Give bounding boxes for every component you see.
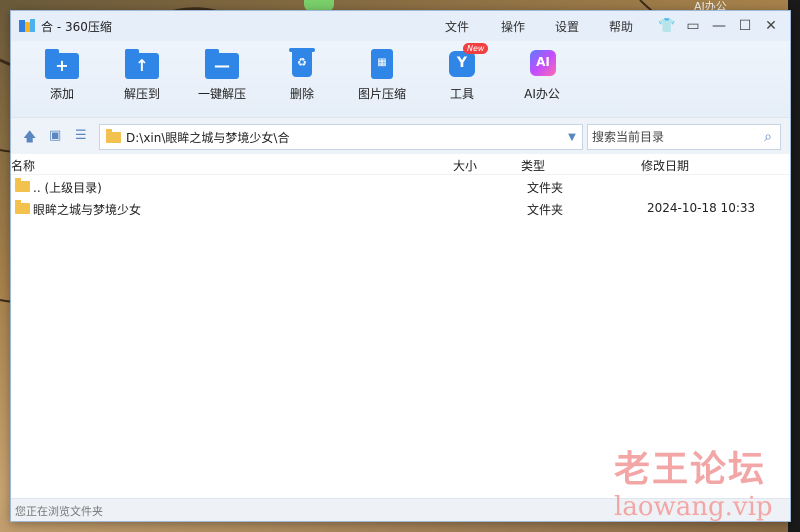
row-name: .. (上级目录) bbox=[33, 181, 102, 195]
address-path: D:\xin\眼眸之城与梦境少女\合 bbox=[126, 130, 290, 145]
maximize-button[interactable]: ☐ bbox=[732, 11, 758, 41]
up-arrow-icon[interactable]: 🡅 bbox=[23, 128, 36, 150]
add-label: 添加 bbox=[49, 87, 74, 101]
one-click-extract-icon: — bbox=[205, 49, 239, 79]
search-input[interactable] bbox=[590, 129, 756, 145]
minimize-button[interactable]: — bbox=[706, 11, 732, 41]
menu-settings[interactable]: 设置 bbox=[555, 18, 609, 35]
close-button[interactable]: ✕ bbox=[758, 11, 784, 41]
watermark-url: laowang.vip bbox=[614, 492, 773, 522]
window-title: 合 - 360压缩 bbox=[41, 19, 112, 34]
toolbar: + 添加 ↑ 解压到 — 一键解压 ♻ 删除 ▦ 图片压缩 Y New 工具 A… bbox=[11, 41, 790, 117]
add-button[interactable]: + 添加 bbox=[27, 49, 97, 102]
column-type[interactable]: 类型 bbox=[521, 157, 545, 174]
image-compress-button[interactable]: ▦ 图片压缩 bbox=[347, 49, 417, 102]
delete-label: 删除 bbox=[289, 87, 314, 101]
app-logo-icon bbox=[19, 18, 35, 34]
row-type: 文件夹 bbox=[527, 203, 564, 217]
column-modified[interactable]: 修改日期 bbox=[641, 157, 689, 174]
list-header: 名称 大小 类型 修改日期 bbox=[11, 154, 790, 175]
delete-button[interactable]: ♻ 删除 bbox=[267, 48, 337, 102]
menu-bar: 文件 操作 设置 帮助 bbox=[445, 11, 649, 41]
ai-office-button[interactable]: AI AI办公 bbox=[507, 49, 577, 102]
address-field[interactable]: D:\xin\眼眸之城与梦境少女\合 ▼ bbox=[99, 124, 583, 150]
row-type: 文件夹 bbox=[527, 181, 564, 195]
column-name[interactable]: 名称 bbox=[11, 157, 35, 174]
file-list: .. (上级目录) 文件夹 眼眸之城与梦境少女 文件夹 2024-10-18 1… bbox=[11, 175, 790, 219]
title-bar[interactable]: 合 - 360压缩 文件 操作 设置 帮助 👕 ▭ — ☐ ✕ bbox=[11, 11, 790, 41]
trash-icon: ♻ bbox=[289, 48, 315, 77]
menu-operate[interactable]: 操作 bbox=[501, 18, 555, 35]
tools-button[interactable]: Y New 工具 bbox=[427, 43, 497, 102]
extract-to-button[interactable]: ↑ 解压到 bbox=[107, 49, 177, 102]
folder-icon bbox=[106, 128, 121, 143]
tools-label: 工具 bbox=[449, 87, 474, 101]
add-folder-icon: + bbox=[45, 49, 79, 79]
one-click-extract-label: 一键解压 bbox=[197, 87, 246, 101]
image-compress-icon: ▦ bbox=[371, 49, 393, 79]
table-row[interactable]: 眼眸之城与梦境少女 文件夹 2024-10-18 10:33 bbox=[11, 197, 790, 219]
row-modified: 2024-10-18 10:33 bbox=[647, 201, 756, 215]
status-text: 您正在浏览文件夹 bbox=[15, 505, 103, 518]
new-badge: New bbox=[463, 43, 489, 54]
one-click-extract-button[interactable]: — 一键解压 bbox=[187, 49, 257, 102]
folder-icon bbox=[15, 178, 30, 192]
table-row[interactable]: .. (上级目录) 文件夹 bbox=[11, 175, 790, 197]
watermark-title: 老王论坛 bbox=[614, 448, 767, 490]
menu-file[interactable]: 文件 bbox=[445, 18, 501, 35]
watermark: 老王论坛 laowang.vip bbox=[614, 440, 773, 522]
folder-icon bbox=[15, 200, 30, 214]
address-bar: 🡅 ▣ ☰ D:\xin\眼眸之城与梦境少女\合 ▼ ⌕ bbox=[11, 117, 790, 154]
image-compress-label: 图片压缩 bbox=[357, 87, 406, 101]
search-box: ⌕ bbox=[587, 124, 781, 150]
skin-icon[interactable]: 👕 bbox=[654, 11, 680, 41]
chevron-down-icon[interactable]: ▼ bbox=[562, 132, 582, 143]
tools-icon: Y bbox=[449, 51, 475, 77]
column-size[interactable]: 大小 bbox=[453, 157, 477, 174]
search-icon[interactable]: ⌕ bbox=[756, 129, 780, 145]
extract-to-label: 解压到 bbox=[123, 87, 160, 101]
list-view-icon[interactable]: ☰ bbox=[75, 128, 87, 143]
thumbnail-view-icon[interactable]: ▣ bbox=[49, 128, 61, 143]
extract-to-icon: ↑ bbox=[125, 49, 159, 79]
ai-office-icon: AI bbox=[530, 50, 556, 76]
ai-office-label: AI办公 bbox=[524, 87, 560, 101]
window-controls: 👕 ▭ — ☐ ✕ bbox=[654, 11, 784, 41]
feedback-icon[interactable]: ▭ bbox=[680, 11, 706, 41]
row-name: 眼眸之城与梦境少女 bbox=[33, 203, 142, 217]
menu-help[interactable]: 帮助 bbox=[609, 18, 649, 35]
